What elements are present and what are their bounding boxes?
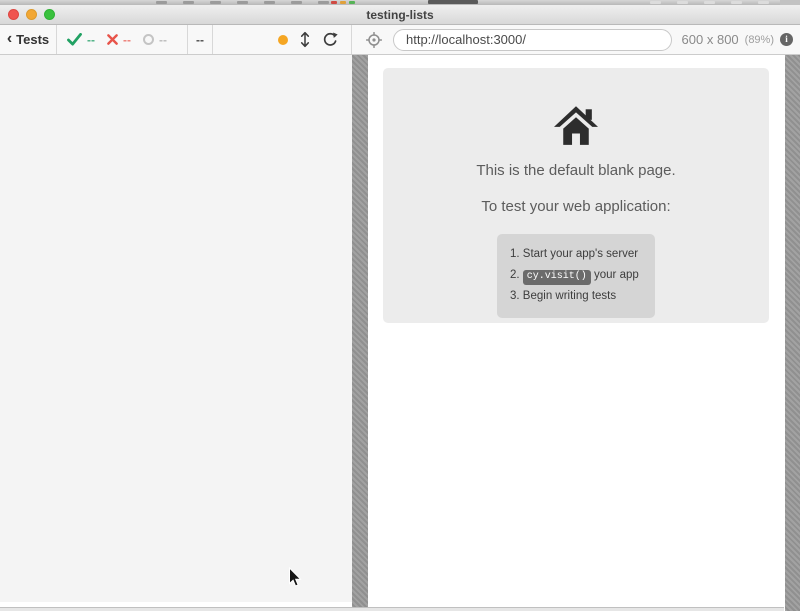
background-tab-dash bbox=[704, 1, 715, 4]
background-tab-dash bbox=[318, 1, 329, 4]
test-duration: -- bbox=[188, 25, 213, 54]
url-input[interactable] bbox=[393, 28, 672, 51]
step-text: your app bbox=[594, 269, 639, 281]
check-icon bbox=[67, 33, 82, 46]
viewport-scale-label: (89%) bbox=[744, 33, 774, 46]
resize-updown-icon[interactable] bbox=[300, 31, 310, 48]
mouse-cursor bbox=[289, 567, 302, 587]
step-number: 1. bbox=[510, 248, 520, 260]
background-tab-dash bbox=[677, 1, 688, 4]
background-tab-dash bbox=[183, 1, 194, 4]
code-chip: cy.visit() bbox=[522, 270, 591, 285]
cypress-window: testing-lists ‹ Tests -- -- -- -- http:/… bbox=[0, 0, 800, 611]
failed-stat: -- bbox=[107, 33, 131, 47]
window-bottom-edge bbox=[0, 607, 784, 611]
pending-count: -- bbox=[159, 32, 167, 47]
window-title: testing-lists bbox=[366, 8, 434, 22]
passed-count: -- bbox=[87, 32, 95, 47]
viewport-controls bbox=[213, 25, 352, 54]
background-tab-dash bbox=[758, 1, 769, 4]
x-icon bbox=[107, 34, 118, 45]
background-tab-dash bbox=[731, 1, 742, 4]
pending-stat: -- bbox=[143, 33, 167, 47]
blank-page-subheading: To test your web application: bbox=[481, 198, 671, 215]
url-section: 600 x 800 (89%) i bbox=[352, 25, 800, 54]
background-title-blob bbox=[428, 0, 478, 4]
aut-container: This is the default blank page. To test … bbox=[352, 55, 800, 611]
home-icon bbox=[554, 106, 598, 145]
viewport-size-label: 600 x 800 bbox=[681, 32, 739, 47]
step-item-2: 2. cy.visit() your app bbox=[510, 265, 640, 286]
step-text: Begin writing tests bbox=[522, 290, 617, 302]
default-blank-page-panel: This is the default blank page. To test … bbox=[383, 68, 769, 323]
failed-count: -- bbox=[123, 32, 131, 47]
viewport-info-icon[interactable]: i bbox=[780, 33, 793, 46]
reload-icon[interactable] bbox=[322, 32, 338, 48]
background-tab-dash bbox=[264, 1, 275, 4]
selector-playground-icon[interactable] bbox=[366, 31, 382, 48]
background-green-dot bbox=[349, 1, 355, 4]
step-item-3: 3. Begin writing tests bbox=[510, 286, 640, 307]
step-item-1: 1. Start your app's server bbox=[510, 244, 640, 265]
step-number: 3. bbox=[510, 290, 520, 302]
pending-circle-icon bbox=[143, 34, 154, 45]
blank-page-heading: This is the default blank page. bbox=[476, 162, 676, 179]
background-tab-dash bbox=[291, 1, 302, 4]
main-content: This is the default blank page. To test … bbox=[0, 55, 800, 611]
aut-viewport: This is the default blank page. To test … bbox=[368, 55, 785, 611]
background-yellow-dot bbox=[340, 1, 346, 4]
passed-stat: -- bbox=[67, 33, 95, 47]
back-to-tests-button[interactable]: ‹ Tests bbox=[0, 25, 57, 54]
background-tab-dash bbox=[156, 1, 167, 4]
duration-value: -- bbox=[196, 32, 204, 47]
auto-scroll-dot-icon bbox=[278, 34, 288, 45]
toolbar: ‹ Tests -- -- -- -- http://localhost:300… bbox=[0, 25, 800, 55]
chevron-left-icon: ‹ bbox=[6, 29, 13, 47]
background-tab-dash bbox=[237, 1, 248, 4]
background-red-dot bbox=[331, 1, 337, 4]
step-text: Start your app's server bbox=[522, 248, 639, 260]
background-tab-dash bbox=[210, 1, 221, 4]
step-number: 2. bbox=[510, 269, 520, 281]
test-stats: -- -- -- bbox=[57, 25, 188, 54]
back-to-tests-label: Tests bbox=[16, 32, 50, 47]
background-tab-dash bbox=[650, 1, 661, 4]
window-titlebar: testing-lists bbox=[0, 5, 800, 25]
steps-panel: 1. Start your app's server 2. cy.visit()… bbox=[497, 234, 655, 318]
reporter-panel bbox=[0, 55, 352, 602]
